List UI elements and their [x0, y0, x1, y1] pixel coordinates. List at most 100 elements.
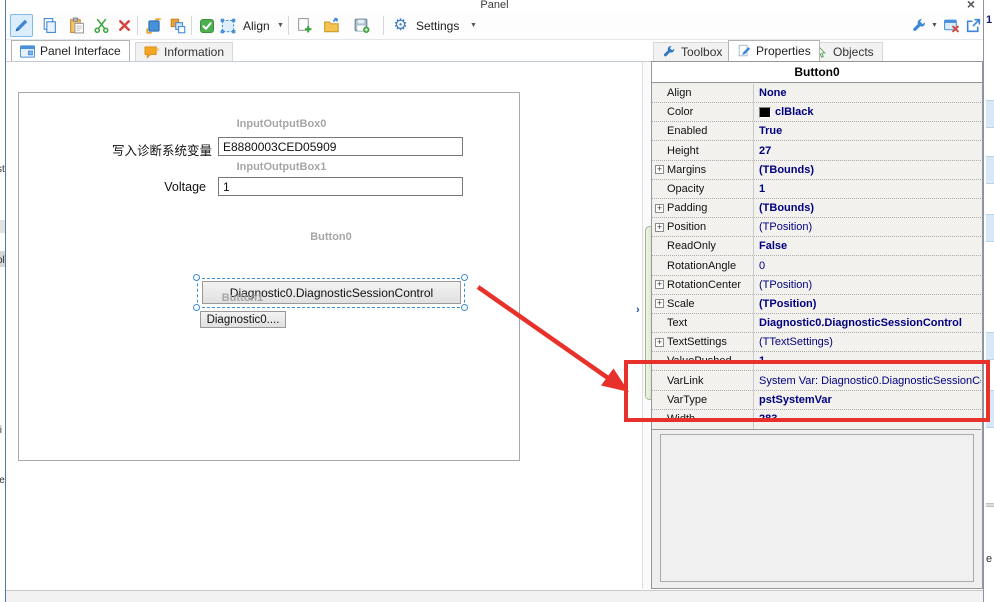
settings-dropdown[interactable]: Settings [416, 19, 459, 33]
property-value[interactable]: (TBounds) [759, 202, 814, 214]
open-folder-icon [323, 17, 341, 35]
property-value[interactable]: 27 [759, 145, 771, 157]
property-value[interactable]: Diagnostic0.DiagnosticSessionControl [759, 317, 962, 329]
expand-plus-icon[interactable]: + [655, 299, 664, 308]
edit-mode-button[interactable] [10, 14, 33, 37]
open-button[interactable] [320, 14, 343, 37]
add-panel-button[interactable] [293, 14, 316, 37]
property-value[interactable]: False [759, 240, 787, 252]
property-row-readonly[interactable]: + ReadOnly False [652, 237, 981, 256]
screenshot-root: { "window": { "title": "Panel", "close_g… [0, 0, 994, 602]
color-swatch [759, 107, 771, 118]
expand-plus-icon[interactable]: + [655, 204, 664, 213]
settings-gear-button[interactable]: ⚙ [389, 14, 412, 37]
open-external-button[interactable] [962, 14, 985, 37]
property-row-rotationangle[interactable]: + RotationAngle 0 [652, 256, 981, 275]
align-caret-icon[interactable]: ▼ [277, 22, 284, 29]
property-label: Text [667, 317, 687, 329]
property-row-enabled[interactable]: + Enabled True [652, 122, 981, 141]
property-value[interactable]: clBlack [775, 106, 814, 118]
delete-button[interactable] [113, 14, 136, 37]
property-row-margins[interactable]: + Margins (TBounds) [652, 161, 981, 180]
copy-button[interactable] [38, 14, 61, 37]
expand-plus-icon[interactable]: + [655, 165, 664, 174]
property-row-align[interactable]: + Align None [652, 84, 981, 103]
property-row-padding[interactable]: + Padding (TBounds) [652, 199, 981, 218]
toolbar-separator [191, 16, 192, 35]
property-value[interactable]: pstSystemVar [759, 394, 832, 406]
property-row-varlink[interactable]: + VarLink System Var: Diagnostic0.Diagno… [652, 371, 981, 390]
tab-panel-interface[interactable]: Panel Interface [11, 40, 130, 61]
property-value[interactable]: None [759, 87, 787, 99]
splitter-collapse-icon[interactable]: › [636, 304, 640, 316]
toolbar-separator [288, 16, 289, 35]
selection-handle[interactable] [193, 274, 200, 281]
property-label: ValuePushed [667, 355, 732, 367]
property-value[interactable]: (TPosition) [759, 221, 812, 233]
property-label: Padding [667, 202, 707, 214]
property-row-scale[interactable]: + Scale (TPosition) [652, 295, 981, 314]
gear-icon: ⚙ [393, 18, 407, 34]
property-value[interactable]: 0 [759, 260, 765, 272]
bring-to-front-icon [145, 17, 163, 35]
tab-toolbox[interactable]: Toolbox [653, 42, 731, 61]
tools-wrench-button[interactable] [909, 14, 929, 37]
property-row-textsettings[interactable]: + TextSettings (TTextSettings) [652, 333, 981, 352]
property-value[interactable]: (TPosition) [759, 279, 812, 291]
property-value[interactable]: (TTextSettings) [759, 336, 833, 348]
property-row-position[interactable]: + Position (TPosition) [652, 218, 981, 237]
tab-properties[interactable]: Properties [728, 40, 820, 61]
property-value[interactable]: (TBounds) [759, 164, 814, 176]
close-button[interactable]: × [967, 0, 975, 11]
save-button[interactable] [350, 14, 373, 37]
designer-area[interactable]: InputOutputBox0 写入诊断系统变量 InputOutputBox1… [9, 62, 637, 590]
property-value[interactable]: (TPosition) [759, 298, 816, 310]
io-box0-input[interactable] [218, 137, 463, 156]
property-row-valuepushed[interactable]: + ValuePushed 1 [652, 352, 981, 371]
background-text-fragment: fi [0, 425, 2, 436]
tools-caret-icon[interactable]: ▼ [931, 22, 938, 29]
window-titlebar[interactable]: Panel × [6, 0, 983, 12]
property-row-width[interactable]: + Width 283 [652, 410, 981, 429]
property-row-vartype[interactable]: + VarType pstSystemVar [652, 391, 981, 410]
selection-handle[interactable] [193, 304, 200, 311]
expand-plus-icon[interactable]: + [655, 338, 664, 347]
settings-caret-icon[interactable]: ▼ [470, 22, 477, 29]
background-cell [986, 214, 994, 242]
status-bar [6, 590, 983, 602]
button1-control[interactable]: Diagnostic0.... [200, 311, 286, 328]
tab-information[interactable]: Information [135, 42, 233, 61]
cut-button[interactable] [90, 14, 113, 37]
toolbox-wrench-icon [662, 45, 676, 59]
property-value[interactable]: 1 [759, 183, 765, 195]
bring-to-front-button[interactable] [142, 14, 165, 37]
selection-handle[interactable] [461, 274, 468, 281]
align-frame-button[interactable] [218, 14, 238, 37]
property-row-color[interactable]: + Color clBlack [652, 103, 981, 122]
property-row-rotationcenter[interactable]: + RotationCenter (TPosition) [652, 276, 981, 295]
property-value[interactable]: 283 [759, 413, 777, 425]
close-panel-button[interactable] [940, 14, 963, 37]
new-page-plus-icon [296, 17, 313, 34]
background-number: 1 [986, 14, 992, 26]
property-row-text[interactable]: + Text Diagnostic0.DiagnosticSessionCont… [652, 314, 981, 333]
design-canvas[interactable]: InputOutputBox0 写入诊断系统变量 InputOutputBox1… [18, 92, 520, 461]
paste-icon [68, 17, 85, 34]
check-toggle-button[interactable] [195, 14, 218, 37]
background-cell [986, 332, 994, 360]
selection-handle[interactable] [461, 304, 468, 311]
property-row-height[interactable]: + Height 27 [652, 141, 981, 160]
paste-button[interactable] [65, 14, 88, 37]
expand-plus-icon[interactable]: + [655, 280, 664, 289]
property-row-opacity[interactable]: + Opacity 1 [652, 180, 981, 199]
property-value[interactable]: 1 [759, 355, 765, 367]
property-value[interactable]: System Var: Diagnostic0.DiagnosticSessio… [759, 375, 981, 387]
align-dropdown[interactable]: Align [243, 19, 270, 33]
expand-plus-icon[interactable]: + [655, 223, 664, 232]
background-cell [986, 390, 994, 428]
io-box1-input[interactable] [218, 177, 463, 196]
background-cell [986, 503, 994, 507]
property-value[interactable]: True [759, 125, 782, 137]
control-name-label: Button0 [197, 231, 465, 243]
send-to-back-button[interactable] [166, 14, 189, 37]
